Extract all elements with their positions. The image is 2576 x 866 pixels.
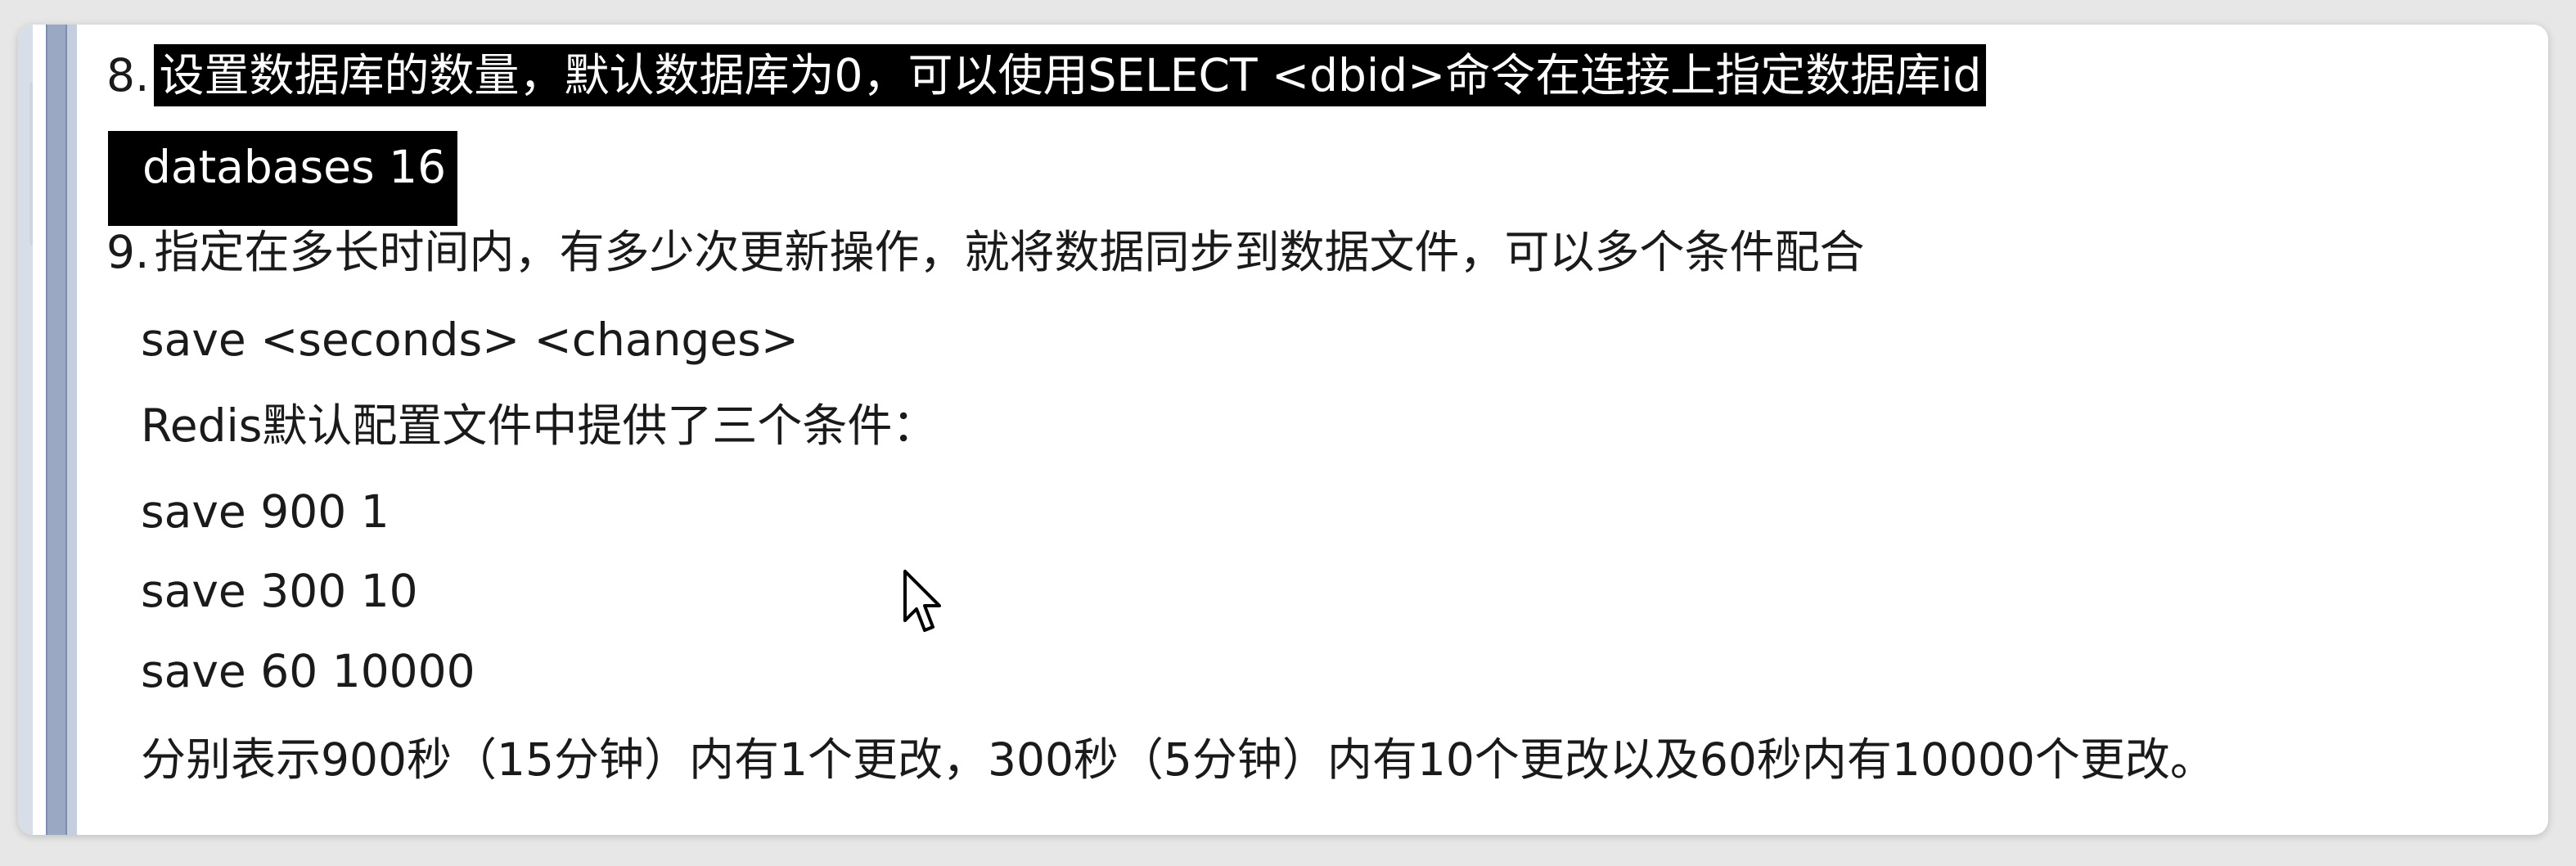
left-margin-bar [46,25,67,835]
item-9-description: 指定在多长时间内，有多少次更新操作，就将数据同步到数据文件，可以多个条件配合 [154,226,1865,278]
condition-line: save 900 1 [141,485,390,538]
item-8-line: 8. 设置数据库的数量，默认数据库为0，可以使用SELECT <dbid>命令在连… [106,43,1987,108]
item-9-number: 9. [106,226,150,278]
item-9-line: 9. 指定在多长时间内，有多少次更新操作，就将数据同步到数据文件，可以多个条件配合 [106,219,1865,285]
condition-line: save 60 10000 [141,645,475,697]
conditions-explanation: 分别表示900秒（15分钟）内有1个更改，300秒（5分钟）内有10个更改以及6… [141,733,2215,786]
document-window: 8. 设置数据库的数量，默认数据库为0，可以使用SELECT <dbid>命令在连… [18,25,2548,835]
margin-gap [33,25,46,835]
mouse-pointer-icon [903,570,941,632]
left-margin-inner-bar [67,25,77,835]
condition-line: save 300 10 [141,565,418,617]
item-8-description-selected[interactable]: 设置数据库的数量，默认数据库为0，可以使用SELECT <dbid>命令在连接上… [154,44,1987,106]
databases-config-selected[interactable]: databases 16 [108,131,458,226]
default-conditions-note: Redis默认配置文件中提供了三个条件： [141,399,938,452]
item-8-config-line: databases 16 [108,131,458,226]
item-8-number: 8. [106,49,150,101]
save-syntax-line: save <seconds> <changes> [141,313,799,366]
